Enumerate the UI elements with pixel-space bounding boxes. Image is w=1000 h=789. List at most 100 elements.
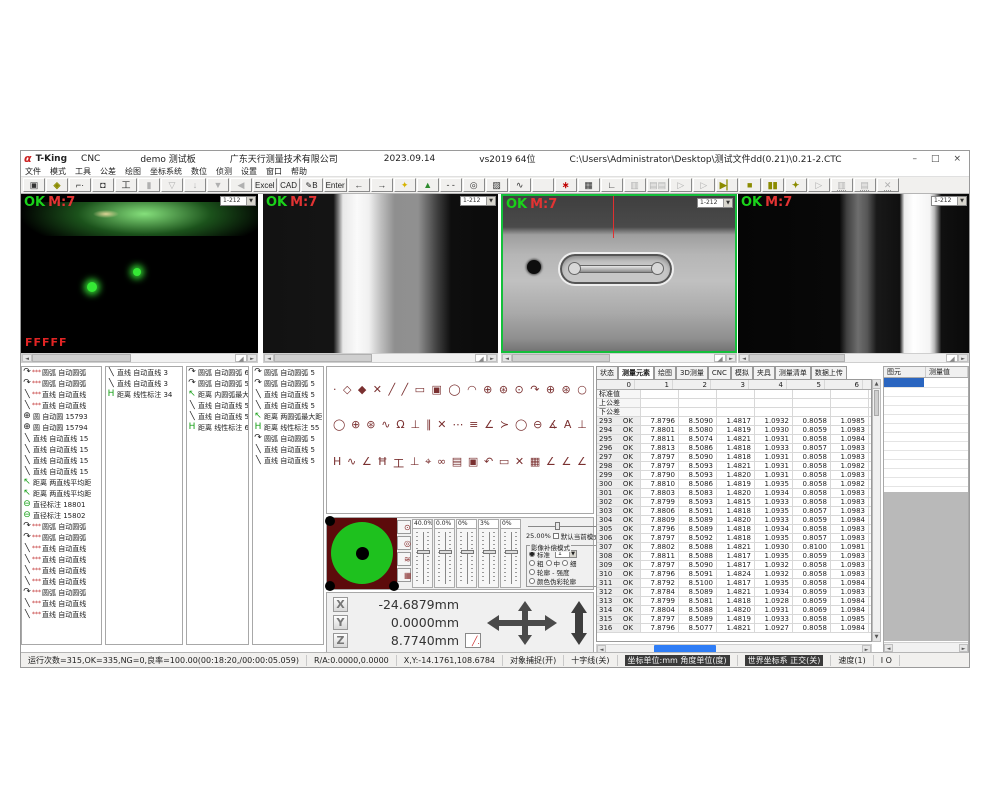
folder-gray-button[interactable]: ▷ [670, 178, 692, 192]
tool-icon[interactable]: ⊛ [499, 383, 508, 396]
tab-fixture[interactable]: 夹具 [753, 366, 775, 379]
tool-icon[interactable]: Ħ [377, 455, 387, 471]
tool-icon[interactable]: ≡ [469, 418, 478, 431]
measurement-row[interactable]: 296OK 7.8813 8.5086 1.4818 1.0933 0.8057… [597, 444, 871, 453]
plate-left-button[interactable]: ◀ [230, 178, 252, 192]
tool-icon[interactable]: ▣ [468, 455, 478, 471]
menu-item[interactable]: 工具 [75, 166, 91, 177]
tool-icon[interactable]: ∿ [347, 455, 356, 471]
tool-icon[interactable]: ▣ [431, 383, 441, 396]
light-slider-2[interactable]: 0.0% [434, 519, 455, 588]
feature-arc[interactable]: ↷圆弧 自动圆弧 5 [253, 378, 323, 389]
tool-icon[interactable]: ⊙ [515, 383, 524, 396]
menu-item[interactable]: 侦测 [216, 166, 232, 177]
measurement-row[interactable]: 302OK 7.8799 8.5093 1.4815 1.0933 0.8058… [597, 498, 871, 507]
tool-icon[interactable]: ◯ [333, 418, 345, 431]
menu-item[interactable]: 数位 [191, 166, 207, 177]
enter-button[interactable]: Enter [324, 178, 347, 192]
tool-icon[interactable]: ⊛ [366, 418, 375, 431]
measurement-row[interactable]: 305OK 7.8796 8.5089 1.4818 1.0934 0.8058… [597, 525, 871, 534]
jog-down-arrow[interactable] [518, 635, 532, 645]
measurement-row[interactable]: 295OK 7.8811 8.5074 1.4821 1.0931 0.8058… [597, 435, 871, 444]
feature-line[interactable]: ╲***直线 自动直线 [22, 565, 101, 576]
tool-icon[interactable]: ✕ [437, 418, 446, 431]
feature-circle[interactable]: ⊕圆 自动圆 15794 [22, 422, 101, 433]
feature-line[interactable]: ╲直线 自动直线 15 [22, 466, 101, 477]
tool-icon[interactable]: ◠ [467, 383, 477, 396]
tool-icon[interactable]: ╱ [388, 383, 395, 396]
slider-thumb[interactable] [461, 550, 474, 554]
tool-icon[interactable]: 工 [393, 455, 404, 471]
camera-select-dropdown[interactable]: 1-212▼ [931, 196, 967, 206]
tool-icon[interactable]: ∠ [546, 455, 556, 471]
tool-icon[interactable]: ⊛ [562, 383, 571, 396]
tool-icon[interactable]: ✕ [373, 383, 382, 396]
measurement-row[interactable]: 314OK 7.8804 8.5088 1.4820 1.0931 0.8069… [597, 606, 871, 615]
tool-icon[interactable]: A [564, 418, 572, 431]
measurement-row[interactable]: 298OK 7.8797 8.5093 1.4821 1.0931 0.8058… [597, 462, 871, 471]
tool-icon[interactable]: ↶ [484, 455, 493, 471]
light-slider-5[interactable]: 0% [500, 519, 521, 588]
tool-icon[interactable]: ⊥ [410, 455, 420, 471]
lift-down-button[interactable]: ↓ [184, 178, 206, 192]
tool-icon[interactable]: ⊕ [546, 383, 555, 396]
feature-arc[interactable]: ↷圆弧 自动圆弧 5 [253, 433, 323, 444]
jog-right-arrow[interactable] [545, 615, 557, 631]
feature-diameter[interactable]: ⊖直径标注 18801 [22, 499, 101, 510]
light-slider-1[interactable]: 40.0% [412, 519, 433, 588]
tool-icon[interactable]: ▦ [530, 455, 540, 471]
radio-fine[interactable] [562, 560, 568, 566]
brightness-slider[interactable] [528, 522, 598, 530]
feature-dim[interactable]: H距离 线性标注 6 [187, 422, 248, 433]
tool-icon[interactable]: ∠ [362, 455, 372, 471]
tab-draw[interactable]: 绘图 [654, 366, 676, 379]
view-resize-icon[interactable]: ◢ [946, 354, 958, 362]
camera-select-dropdown[interactable]: 1-212▼ [697, 198, 733, 208]
play2-gray-button[interactable]: ▷ [808, 178, 830, 192]
tool-icon[interactable]: ⊖ [533, 418, 542, 431]
row-lower-tol[interactable]: 下公差 [597, 408, 871, 417]
tab-cnc[interactable]: CNC [708, 366, 731, 379]
tool-icon[interactable]: ▤ [452, 455, 462, 471]
measurement-row[interactable]: 299OK 7.8790 8.5093 1.4820 1.0931 0.8058… [597, 471, 871, 480]
light-bulb-button[interactable]: ✦ [394, 178, 416, 192]
feature-arc[interactable]: ↷***圆弧 自动圆弧 [22, 521, 101, 532]
tool-icon[interactable]: ⋯ [452, 418, 463, 431]
stage-jog-control[interactable] [487, 601, 592, 649]
measurement-row[interactable]: 304OK 7.8809 8.5089 1.4820 1.0933 0.8059… [597, 516, 871, 525]
tool-icon[interactable]: Ω [396, 418, 404, 431]
tab-sim[interactable]: 模拟 [731, 366, 753, 379]
slider-thumb[interactable] [417, 550, 430, 554]
measurement-row[interactable]: 313OK 7.8799 8.5081 1.4818 1.0928 0.8059… [597, 597, 871, 606]
slider-thumb[interactable] [555, 522, 560, 530]
feature-line[interactable]: ╲***直线 自动直线 [22, 554, 101, 565]
feature-line[interactable]: ╲直线 自动直线 5 [253, 444, 323, 455]
view3-scrollbar[interactable]: ◄◢► [501, 353, 737, 363]
feature-line[interactable]: ╲***直线 自动直线 [22, 609, 101, 620]
feature-arc[interactable]: ↷圆弧 自动圆弧 5 [187, 378, 248, 389]
feature-distance[interactable]: ↖距离 两直线平均距 [22, 488, 101, 499]
camera-select-dropdown[interactable]: 1-212▼ [220, 196, 256, 206]
measurement-row[interactable]: 311OK 7.8792 8.5100 1.4817 1.0935 0.8058… [597, 579, 871, 588]
feature-distance[interactable]: ↖距离 两圆弧最大距 [253, 411, 323, 422]
tool-icon[interactable]: H [333, 455, 341, 471]
light-slider-3[interactable]: 0% [456, 519, 477, 588]
minimize-button[interactable]: – [912, 154, 917, 164]
tool-icon[interactable]: ∠ [577, 455, 587, 471]
view4-scrollbar[interactable]: ◄◢► [738, 353, 969, 363]
tool-icon[interactable]: ⊕ [483, 383, 492, 396]
radio-contour[interactable] [529, 569, 535, 575]
row-standard[interactable]: 标准值 [597, 390, 871, 399]
tool-icon[interactable]: ✕ [515, 455, 524, 471]
measurement-row[interactable]: 294OK 7.8801 8.5080 1.4819 1.0930 0.8059… [597, 426, 871, 435]
probe-button[interactable]: ◘ [92, 178, 114, 192]
tool-icon[interactable]: ⊥ [411, 418, 421, 431]
tool-icon[interactable]: ◯ [515, 418, 527, 431]
feature-line[interactable]: ╲直线 自动直线 15 [22, 455, 101, 466]
feature-line[interactable]: ╲直线 自动直线 15 [22, 444, 101, 455]
measurement-row[interactable]: 307OK 7.8802 8.5088 1.4821 1.0930 0.8100… [597, 543, 871, 552]
tool-icon[interactable]: ∞ [437, 455, 446, 471]
radio-medium[interactable] [546, 560, 552, 566]
tool-icon[interactable]: ≻ [500, 418, 509, 431]
pen-report-button[interactable]: ✎B [301, 178, 323, 192]
